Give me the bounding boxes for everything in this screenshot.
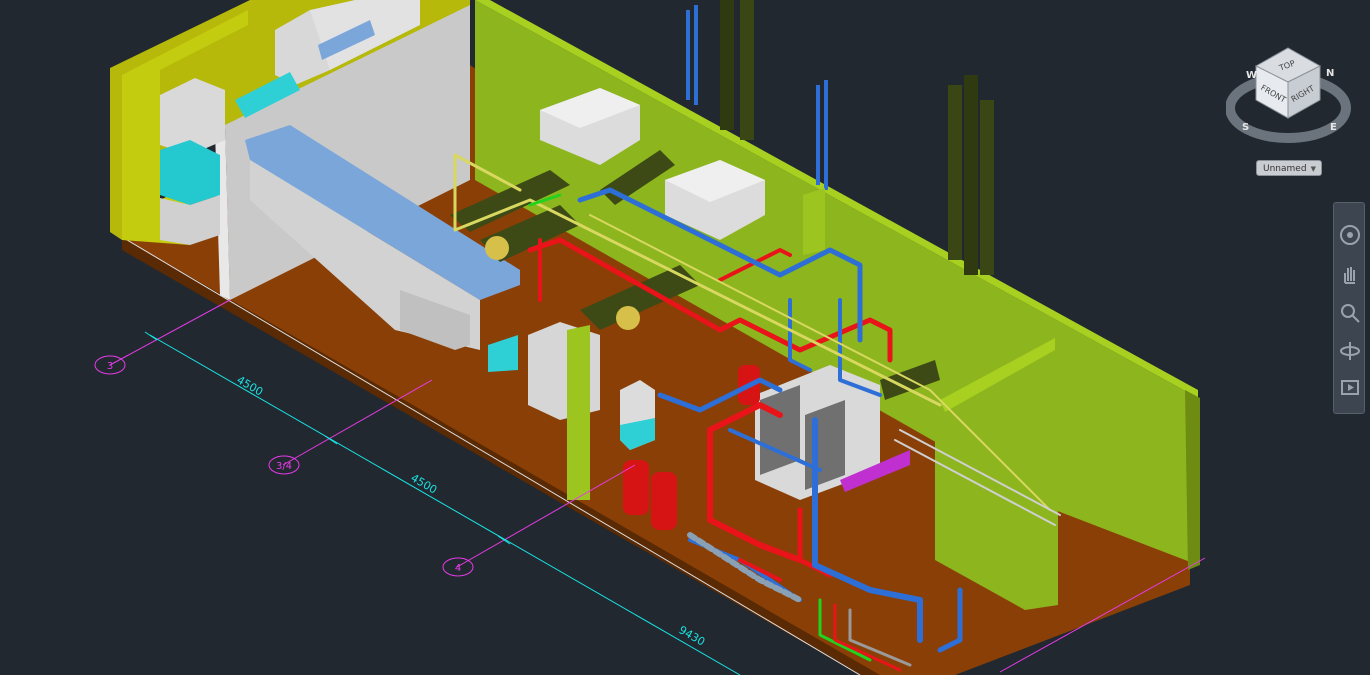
compass-s[interactable]: S [1242, 122, 1249, 133]
pan-hand-icon[interactable] [1338, 263, 1362, 287]
dimension-text-1: 4500 [235, 373, 266, 398]
svg-text:4: 4 [455, 563, 461, 574]
ahu-left-cyan [160, 140, 220, 205]
dimension-text-3: 9430 [677, 623, 708, 648]
compass-n[interactable]: N [1326, 68, 1334, 79]
navigation-bar[interactable] [1333, 202, 1365, 414]
column-green-1 [567, 325, 590, 500]
grid-bubble-3: 3 [94, 355, 126, 375]
named-view-value: Unnamed [1263, 164, 1307, 174]
model-viewport[interactable]: 4500 4500 9430 3 3/4 4 [0, 0, 1370, 675]
isometric-scene: 4500 4500 9430 3 3/4 4 [94, 0, 1206, 675]
column-green-2 [803, 188, 825, 255]
grid-bubble-4: 4 [442, 557, 474, 577]
showmotion-icon[interactable] [1338, 375, 1362, 399]
named-view-dropdown[interactable]: Unnamed ▼ [1256, 160, 1322, 176]
orbit-icon[interactable] [1338, 339, 1362, 363]
chevron-down-icon: ▼ [1310, 165, 1316, 173]
grid-bubble-3-4: 3/4 [268, 455, 300, 475]
zoom-extents-icon[interactable] [1338, 301, 1362, 325]
viewcube[interactable]: TOP FRONT RIGHT N S E W [1225, 38, 1356, 148]
svg-text:3/4: 3/4 [276, 461, 292, 472]
compass-w[interactable]: W [1246, 70, 1257, 81]
steering-wheel-icon[interactable] [1338, 223, 1362, 247]
compass-e[interactable]: E [1330, 122, 1337, 133]
svg-text:3: 3 [107, 361, 113, 372]
